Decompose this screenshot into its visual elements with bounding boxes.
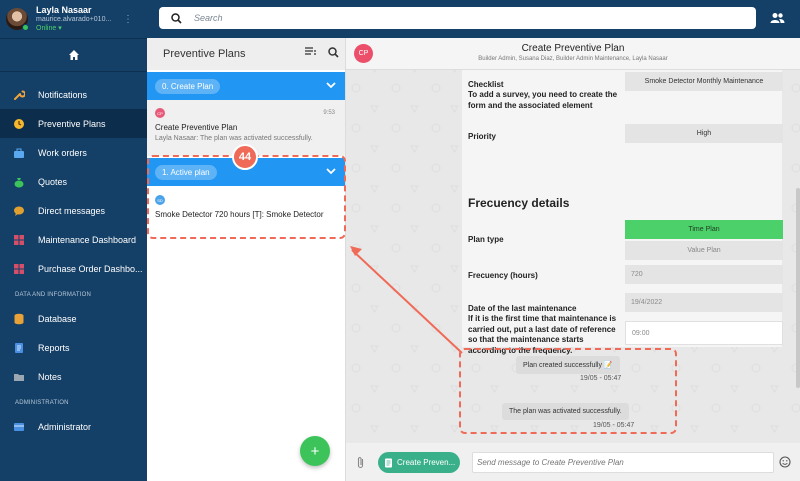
wrench-icon <box>13 89 25 101</box>
sidebar-item-notifications[interactable]: Notifications <box>0 80 147 109</box>
plans-panel: Preventive Plans 0. Create Plan CP 9:53 … <box>147 38 346 481</box>
sidebar-item-label: Quotes <box>38 176 68 187</box>
sidebar-item-notes[interactable]: Notes <box>0 362 147 391</box>
sidebar-item-label: Direct messages <box>38 205 106 216</box>
top-bar: Search <box>147 0 800 38</box>
annotation-highlight-messages <box>459 348 677 434</box>
sidebar-item-administrator[interactable]: Administrator <box>0 412 147 441</box>
frequency-hours-label: Frecuency (hours) <box>468 271 538 280</box>
user-status[interactable]: Online ▾ <box>36 25 111 34</box>
search-icon[interactable] <box>328 47 339 61</box>
sidebar-item-database[interactable]: Database <box>0 304 147 333</box>
section-administration: ADMINISTRATION <box>15 400 69 406</box>
time-plan-option[interactable]: Time Plan <box>625 220 783 239</box>
grid-icon <box>13 263 25 275</box>
list-filter-icon[interactable] <box>305 47 316 61</box>
panel-title: Preventive Plans <box>163 48 246 60</box>
sidebar-item-reports[interactable]: Reports <box>0 333 147 362</box>
chat-participants: Builder Admin, Susana Diaz, Builder Admi… <box>478 56 668 62</box>
sidebar-item-work-orders[interactable]: Work orders <box>0 138 147 167</box>
sidebar-item-label: Reports <box>38 342 70 353</box>
contacts-icon[interactable] <box>770 12 785 26</box>
plan-type-label: Plan type <box>468 235 504 244</box>
priority-value: High <box>625 124 783 143</box>
scrollbar[interactable] <box>796 188 800 388</box>
chat-title: Create Preventive Plan <box>521 43 625 54</box>
checklist-value: Smoke Detector Monthly Maintenance <box>625 72 783 91</box>
chevron-down-icon: ▾ <box>58 24 62 32</box>
sidebar-item-label: Maintenance Dashboard <box>38 234 137 245</box>
plan-title: Create Preventive Plan <box>155 123 238 132</box>
user-email: maurice.alvarado+010... <box>36 15 112 23</box>
frequency-hours-field[interactable]: 720 <box>625 265 783 284</box>
value-plan-option[interactable]: Value Plan <box>625 241 783 260</box>
sidebar-item-label: Database <box>38 313 77 324</box>
user-status-label: Online <box>36 24 57 32</box>
sidebar-item-label: Work orders <box>38 147 87 158</box>
home-button[interactable] <box>0 38 147 72</box>
sidebar-item-label: Purchase Order Dashbo... <box>38 263 143 274</box>
annotation-step-badge: 44 <box>232 144 258 170</box>
template-selector[interactable]: Create Preven... <box>378 452 460 473</box>
sidebar-item-label: Notes <box>38 371 62 382</box>
section-data-and-information: DATA AND INFORMATION <box>15 292 92 298</box>
search-bar[interactable]: Search <box>159 7 756 29</box>
chat-header: CP Create Preventive Plan Builder Admin,… <box>346 38 800 70</box>
group-label: 0. Create Plan <box>155 78 221 94</box>
frequency-heading: Frecuency details <box>468 196 570 210</box>
briefcase-icon <box>13 147 25 159</box>
sidebar-item-purchase-order-dashboard[interactable]: Purchase Order Dashbo... <box>0 254 147 283</box>
sidebar-item-maintenance-dashboard[interactable]: Maintenance Dashboard <box>0 225 147 254</box>
emoji-icon[interactable] <box>779 456 791 470</box>
avatar <box>6 8 29 31</box>
template-label: Create Preven... <box>397 458 456 467</box>
clock-icon <box>13 118 25 130</box>
form-icon <box>385 458 392 467</box>
online-status-dot <box>22 24 29 31</box>
message-input[interactable] <box>472 452 774 473</box>
chevron-down-icon <box>326 81 336 91</box>
more-vertical-icon[interactable]: ⋮ <box>123 14 133 25</box>
search-input[interactable]: Search <box>194 13 223 23</box>
last-maintenance-date-field[interactable]: 19/4/2022 <box>625 293 783 312</box>
home-icon <box>68 50 79 60</box>
sidebar-item-label: Preventive Plans <box>38 118 106 129</box>
sidebar-item-quotes[interactable]: Quotes <box>0 167 147 196</box>
group-create-plan[interactable]: 0. Create Plan <box>147 72 345 100</box>
sidebar: Layla Nasaar maurice.alvarado+010... Onl… <box>0 0 147 481</box>
sidebar-item-label: Administrator <box>38 421 92 432</box>
add-plan-button[interactable]: + <box>300 436 330 466</box>
last-maintenance-time-field[interactable]: 09:00 <box>625 321 783 345</box>
chat-bubble-icon <box>13 205 25 217</box>
paperclip-icon[interactable] <box>356 456 365 471</box>
user-profile[interactable]: Layla Nasaar maurice.alvarado+010... Onl… <box>0 0 147 38</box>
message-composer: Create Preven... <box>346 443 800 481</box>
panel-header: Preventive Plans <box>147 38 345 70</box>
admin-icon <box>13 421 25 433</box>
user-name: Layla Nasaar <box>36 4 92 15</box>
checklist-label: Checklist To add a survey, you need to c… <box>468 80 618 110</box>
search-icon <box>171 12 182 24</box>
priority-label: Priority <box>468 132 497 141</box>
grid-icon <box>13 234 25 246</box>
avatar: CP <box>155 108 165 118</box>
plan-time: 9:53 <box>323 110 335 116</box>
plan-form-card: Checklist To add a survey, you need to c… <box>462 70 783 355</box>
sidebar-item-preventive-plans[interactable]: Preventive Plans <box>0 109 147 138</box>
document-icon <box>13 342 25 354</box>
sidebar-item-direct-messages[interactable]: Direct messages <box>0 196 147 225</box>
plan-last-message: Layla Nasaar: The plan was activated suc… <box>155 135 313 142</box>
money-bag-icon <box>13 176 25 188</box>
folder-icon <box>13 371 25 383</box>
database-icon <box>13 313 25 325</box>
sidebar-item-label: Notifications <box>38 89 88 100</box>
